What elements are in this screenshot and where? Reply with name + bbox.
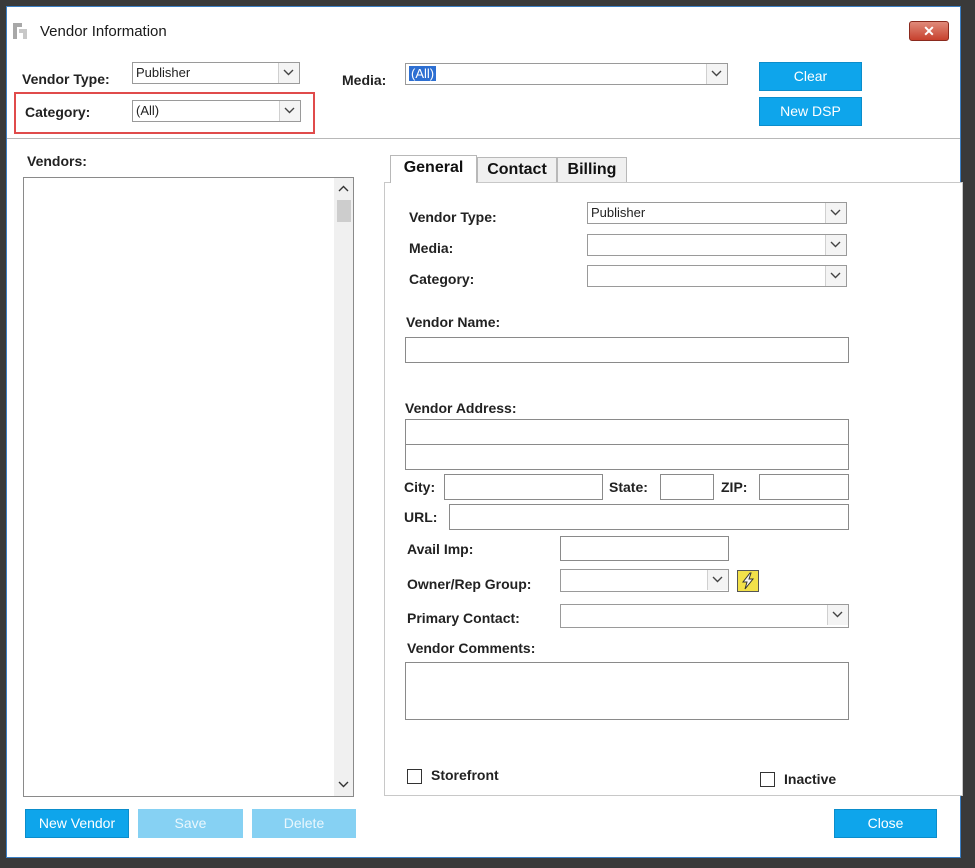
general-panel: Vendor Type: Publisher Media: Category: … — [384, 182, 963, 796]
state-label: State: — [609, 479, 648, 495]
state-input[interactable] — [660, 474, 714, 500]
primary-contact-select[interactable] — [560, 604, 849, 628]
filter-media-label: Media: — [342, 72, 387, 88]
vendor-name-label: Vendor Name: — [406, 314, 501, 330]
vendors-label: Vendors: — [27, 153, 87, 169]
clear-button[interactable]: Clear — [759, 62, 862, 91]
scrollbar-thumb[interactable] — [337, 200, 351, 222]
avail-imp-input[interactable] — [560, 536, 729, 561]
chevron-down-icon[interactable] — [707, 570, 728, 590]
filter-vendor-type-select[interactable]: Publisher — [132, 62, 300, 84]
chevron-down-icon[interactable] — [825, 235, 846, 255]
chevron-down-icon[interactable] — [827, 605, 848, 625]
city-label: City: — [404, 479, 436, 495]
storefront-label: Storefront — [431, 767, 499, 783]
vendor-comments-textarea[interactable] — [405, 662, 849, 720]
general-category-label: Category: — [409, 271, 475, 287]
window-title: Vendor Information — [40, 23, 167, 40]
app-icon — [13, 23, 27, 39]
filter-category-select[interactable]: (All) — [132, 100, 301, 122]
chevron-down-icon[interactable] — [278, 63, 299, 83]
tab-contact[interactable]: Contact — [477, 157, 557, 183]
new-dsp-button[interactable]: New DSP — [759, 97, 862, 126]
url-input[interactable] — [449, 504, 849, 530]
owner-rep-group-label: Owner/Rep Group: — [407, 576, 532, 592]
vendor-name-input[interactable] — [405, 337, 849, 363]
chevron-down-icon[interactable] — [279, 101, 300, 121]
vendors-scrollbar[interactable] — [334, 178, 353, 796]
title-bar: Vendor Information ✕ — [7, 7, 960, 47]
tab-general[interactable]: General — [390, 155, 477, 183]
close-button[interactable]: Close — [834, 809, 937, 838]
filter-media-value: (All) — [409, 66, 437, 81]
scroll-up-icon[interactable] — [338, 185, 349, 192]
chevron-down-icon[interactable] — [825, 266, 846, 286]
scroll-down-icon[interactable] — [338, 781, 349, 788]
storefront-checkbox[interactable] — [407, 769, 422, 784]
primary-contact-label: Primary Contact: — [407, 610, 520, 626]
lightning-icon[interactable] — [737, 570, 759, 592]
close-window-icon[interactable]: ✕ — [909, 21, 949, 41]
filter-media-select[interactable]: (All) — [405, 63, 728, 85]
filter-vendor-type-value: Publisher — [136, 65, 191, 80]
city-input[interactable] — [444, 474, 603, 500]
chevron-down-icon[interactable] — [706, 64, 727, 84]
vendor-information-window: Vendor Information ✕ Vendor Type: Publis… — [6, 6, 963, 858]
avail-imp-label: Avail Imp: — [407, 541, 474, 557]
general-vendor-type-label: Vendor Type: — [409, 209, 497, 225]
filter-vendor-type-label: Vendor Type: — [22, 71, 110, 87]
general-media-select[interactable] — [587, 234, 847, 256]
new-vendor-button[interactable]: New Vendor — [25, 809, 129, 838]
zip-label: ZIP: — [721, 479, 748, 495]
tab-billing[interactable]: Billing — [557, 157, 627, 183]
general-media-label: Media: — [409, 240, 454, 256]
vendor-comments-label: Vendor Comments: — [407, 640, 536, 656]
vendor-address-label: Vendor Address: — [405, 400, 517, 416]
vendor-address-line2-input[interactable] — [405, 444, 849, 470]
delete-button[interactable]: Delete — [252, 809, 356, 838]
general-vendor-type-value: Publisher — [591, 205, 646, 220]
filter-category-value: (All) — [136, 103, 160, 118]
general-vendor-type-select[interactable]: Publisher — [587, 202, 847, 224]
header-separator — [7, 138, 960, 139]
chevron-down-icon[interactable] — [825, 203, 846, 223]
inactive-label: Inactive — [784, 771, 837, 787]
inactive-checkbox[interactable] — [760, 772, 775, 787]
url-label: URL: — [404, 509, 438, 525]
vendors-list[interactable] — [23, 177, 354, 797]
vendor-address-line1-input[interactable] — [405, 419, 849, 445]
save-button[interactable]: Save — [138, 809, 243, 838]
zip-input[interactable] — [759, 474, 849, 500]
owner-rep-group-select[interactable] — [560, 569, 729, 592]
filter-category-label: Category: — [25, 104, 91, 120]
general-category-select[interactable] — [587, 265, 847, 287]
